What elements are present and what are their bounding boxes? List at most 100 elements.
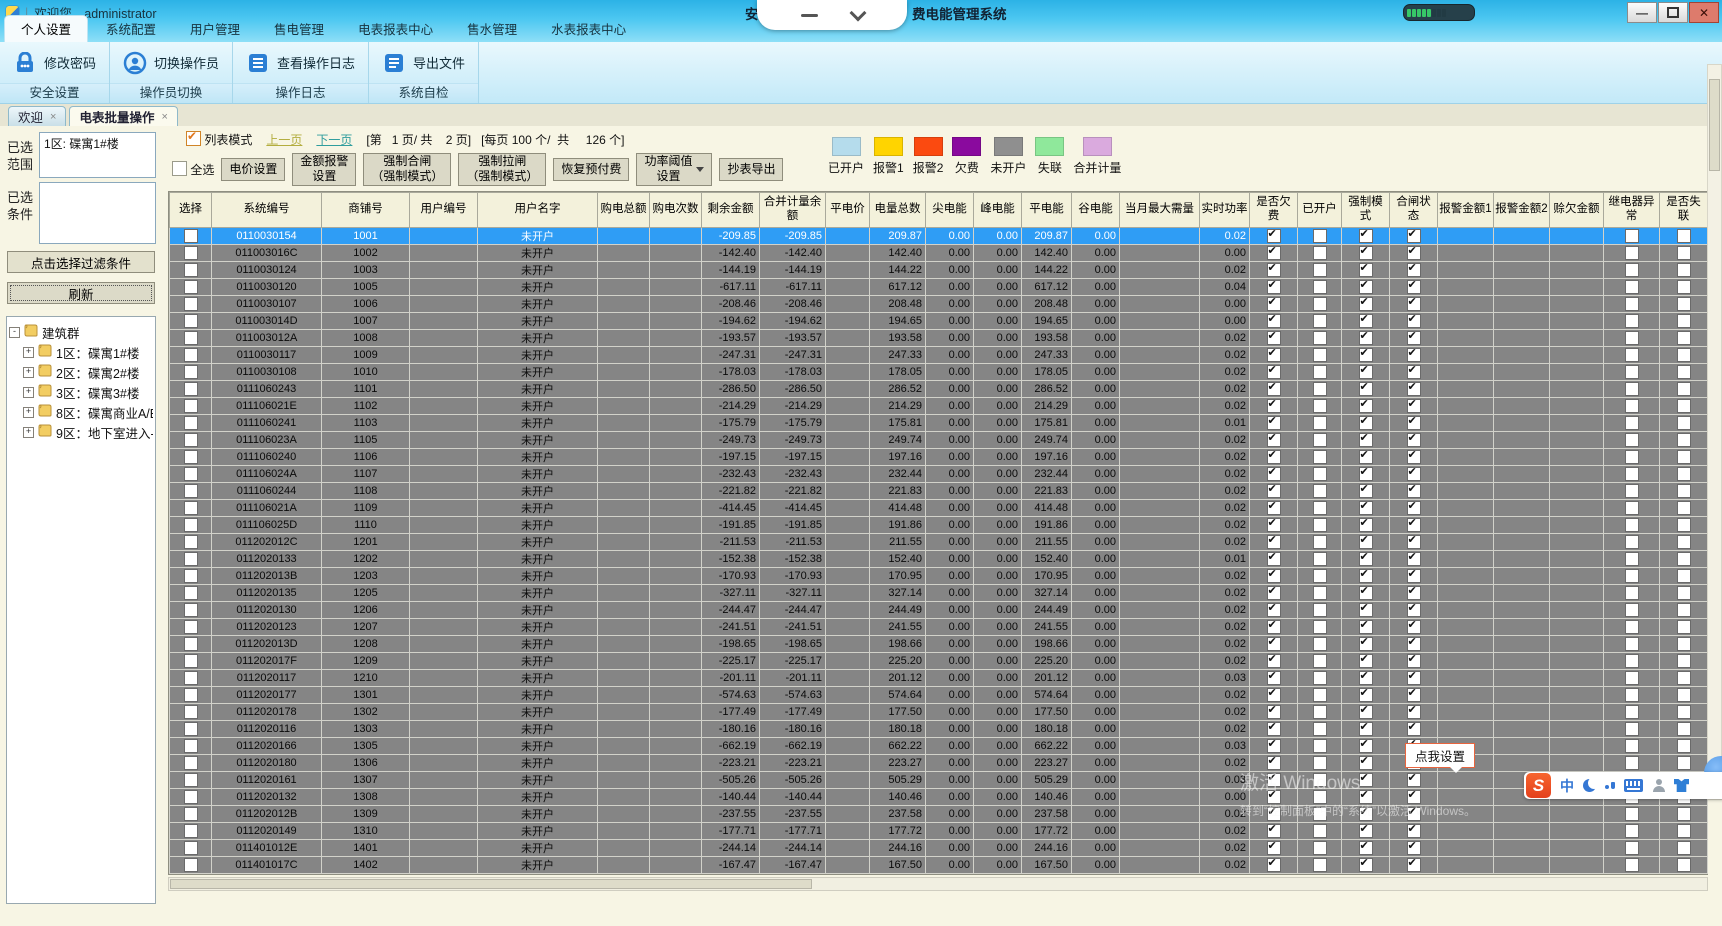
force-mode-checkbox[interactable] [1358,603,1373,617]
lost-link-checkbox[interactable] [1676,807,1691,821]
owe-checkbox[interactable] [1266,246,1281,260]
opened-checkbox[interactable] [1312,348,1327,362]
row-select-checkbox[interactable] [183,824,198,838]
selected-range-box[interactable]: 1区: 碟寓1#楼 [39,132,156,178]
tree-expander-icon[interactable]: + [23,366,34,378]
switch-state-checkbox[interactable] [1406,229,1421,243]
relay-fault-checkbox[interactable] [1624,756,1639,770]
next-page-link[interactable]: 下一页 [316,131,352,148]
column-header-23[interactable]: 报警金额2 [1493,192,1550,228]
row-select-checkbox[interactable] [183,790,198,804]
force-mode-checkbox[interactable] [1358,552,1373,566]
menu-tab-2[interactable]: 系统配置 [90,16,172,42]
ime-language-indicator[interactable]: 中 [1560,776,1574,796]
row-select-checkbox[interactable] [183,841,198,855]
switch-state-checkbox[interactable] [1406,314,1421,328]
relay-fault-checkbox[interactable] [1624,467,1639,481]
table-row[interactable]: 0112020161 1307 未开户 -505.26 -505.26 505.29 0.0… [169,771,1708,789]
owe-checkbox[interactable] [1266,433,1281,447]
relay-fault-checkbox[interactable] [1624,841,1639,855]
row-select-checkbox[interactable] [183,671,198,685]
lost-link-checkbox[interactable] [1676,229,1691,243]
table-row[interactable]: 0110030108 1010 未开户 -178.03 -178.03 178.05 0.0… [169,363,1708,381]
lost-link-checkbox[interactable] [1676,382,1691,396]
tree-item-2[interactable]: +2区：碟寓2#楼 [23,362,153,382]
opened-checkbox[interactable] [1312,603,1327,617]
row-select-checkbox[interactable] [183,416,198,430]
owe-checkbox[interactable] [1266,382,1281,396]
force-mode-checkbox[interactable] [1358,416,1373,430]
column-header-20[interactable]: 强制模式 [1341,192,1390,228]
opened-checkbox[interactable] [1312,705,1327,719]
switch-state-checkbox[interactable] [1406,365,1421,379]
row-select-checkbox[interactable] [183,858,198,872]
force-mode-checkbox[interactable] [1358,688,1373,702]
lost-link-checkbox[interactable] [1676,416,1691,430]
column-header-9[interactable]: 合并计量余额 [759,192,826,228]
force-mode-checkbox[interactable] [1358,467,1373,481]
ribbon-button-4[interactable]: 导出文件 [369,42,478,83]
switch-state-checkbox[interactable] [1406,416,1421,430]
tree-item-5[interactable]: +9区：地下室进入-电表 [23,422,153,442]
lost-link-checkbox[interactable] [1676,501,1691,515]
switch-state-checkbox[interactable] [1406,841,1421,855]
row-select-checkbox[interactable] [183,246,198,260]
relay-fault-checkbox[interactable] [1624,501,1639,515]
vertical-scrollbar[interactable] [1707,64,1722,800]
opened-checkbox[interactable] [1312,739,1327,753]
switch-state-checkbox[interactable] [1406,654,1421,668]
menu-tab-5[interactable]: 电表报表中心 [342,16,449,42]
owe-checkbox[interactable] [1266,501,1281,515]
row-select-checkbox[interactable] [183,603,198,617]
row-select-checkbox[interactable] [183,722,198,736]
ribbon-button-2[interactable]: 切换操作员 [110,42,232,83]
column-header-13[interactable]: 峰电能 [973,192,1022,228]
relay-fault-checkbox[interactable] [1624,331,1639,345]
owe-checkbox[interactable] [1266,841,1281,855]
switch-state-checkbox[interactable] [1406,535,1421,549]
horizontal-scrollbar-thumb[interactable] [170,879,812,889]
table-row[interactable]: 0111060241 1103 未开户 -175.79 -175.79 175.81 0.0… [169,414,1708,432]
opened-checkbox[interactable] [1312,501,1327,515]
lost-link-checkbox[interactable] [1676,263,1691,277]
owe-checkbox[interactable] [1266,399,1281,413]
lost-link-checkbox[interactable] [1676,314,1691,328]
opened-checkbox[interactable] [1312,841,1327,855]
selected-condition-box[interactable] [39,182,156,244]
opened-checkbox[interactable] [1312,807,1327,821]
table-row[interactable]: 011202012B 1309 未开户 -237.55 -237.55 237.58 0.0… [169,805,1708,823]
row-select-checkbox[interactable] [183,518,198,532]
row-select-checkbox[interactable] [183,705,198,719]
table-row[interactable]: 0112020133 1202 未开户 -152.38 -152.38 152.40 0.0… [169,550,1708,568]
force-mode-checkbox[interactable] [1358,858,1373,872]
owe-checkbox[interactable] [1266,688,1281,702]
relay-fault-checkbox[interactable] [1624,484,1639,498]
switch-state-checkbox[interactable] [1406,484,1421,498]
opened-checkbox[interactable] [1312,637,1327,651]
switch-state-checkbox[interactable] [1406,688,1421,702]
table-row[interactable]: 011106025D 1110 未开户 -191.85 -191.85 191.86 0.0… [169,516,1708,534]
owe-checkbox[interactable] [1266,739,1281,753]
doc-tab-1[interactable]: 欢迎 × [8,106,67,126]
owe-checkbox[interactable] [1266,620,1281,634]
tree-item-4[interactable]: +8区：碟寓商业A/B [23,402,153,422]
sogou-logo-icon[interactable]: S [1526,773,1551,798]
switch-state-checkbox[interactable] [1406,824,1421,838]
action-button-5[interactable]: 恢复预付费 [553,157,630,181]
refresh-button[interactable]: 刷新 [7,282,155,304]
column-header-15[interactable]: 谷电能 [1071,192,1120,228]
opened-checkbox[interactable] [1312,824,1327,838]
switch-state-checkbox[interactable] [1406,280,1421,294]
mic-icon[interactable] [1605,782,1615,789]
force-mode-checkbox[interactable] [1358,535,1373,549]
force-mode-checkbox[interactable] [1358,569,1373,583]
owe-checkbox[interactable] [1266,603,1281,617]
person-icon[interactable] [1652,779,1665,792]
opened-checkbox[interactable] [1312,688,1327,702]
force-mode-checkbox[interactable] [1358,671,1373,685]
column-header-18[interactable]: 是否欠费 [1249,192,1298,228]
opened-checkbox[interactable] [1312,331,1327,345]
column-header-12[interactable]: 尖电能 [925,192,974,228]
column-header-1[interactable]: 选择 [169,192,212,228]
opened-checkbox[interactable] [1312,297,1327,311]
